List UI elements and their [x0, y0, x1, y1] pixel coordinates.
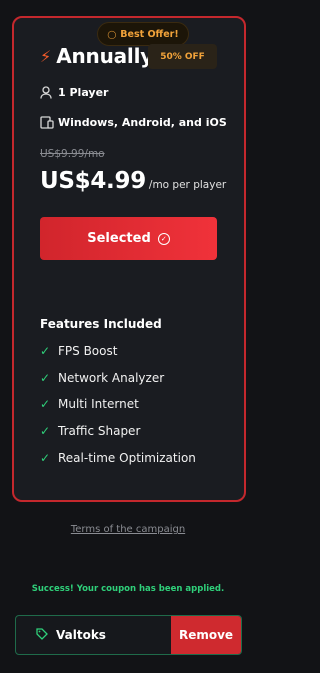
feature-label: Network Analyzer — [58, 371, 165, 385]
original-price: US$9.99/mo — [40, 148, 105, 160]
feature-label: Real-time Optimization — [58, 451, 196, 465]
check-circle-icon: ✓ — [157, 232, 170, 245]
price-unit: /mo per player — [148, 179, 227, 191]
feature-item: ✓ Traffic Shaper — [40, 424, 140, 438]
discount-badge: 50% OFF — [148, 44, 217, 69]
coupon-field[interactable]: Valtoks Remove — [15, 615, 242, 655]
feature-item: ✓ Multi Internet — [40, 397, 139, 411]
players-label: 1 Player — [58, 86, 109, 99]
check-icon: ✓ — [40, 397, 51, 411]
feature-item: ✓ Real-time Optimization — [40, 451, 196, 465]
coupon-code-text: Valtoks — [56, 628, 106, 642]
feature-label: FPS Boost — [58, 344, 118, 358]
platforms-row: Windows, Android, and iOS — [40, 116, 227, 129]
best-offer-label: Best Offer! — [120, 28, 179, 40]
check-icon: ✓ — [40, 371, 51, 385]
feature-label: Traffic Shaper — [58, 424, 141, 438]
features-title: Features Included — [40, 317, 162, 331]
lightning-icon: ⚡ — [40, 46, 52, 66]
coupon-code-display: Valtoks — [36, 616, 106, 654]
selected-button[interactable]: Selected ✓ — [40, 217, 217, 260]
star-circle-icon: ◯ — [107, 29, 117, 39]
feature-item: ✓ FPS Boost — [40, 344, 117, 358]
best-offer-badge: ◯ Best Offer! — [97, 22, 189, 46]
tag-icon — [36, 627, 48, 643]
user-icon — [40, 86, 58, 99]
selected-button-label: Selected — [87, 231, 151, 246]
check-icon: ✓ — [40, 424, 51, 438]
feature-label: Multi Internet — [58, 397, 139, 411]
check-icon: ✓ — [40, 451, 51, 465]
devices-icon — [40, 116, 58, 129]
platforms-label: Windows, Android, and iOS — [58, 116, 227, 129]
current-price: US$4.99 — [40, 168, 146, 194]
remove-coupon-button[interactable]: Remove — [171, 616, 241, 654]
price-row: US$4.99 /mo per player — [40, 168, 226, 194]
plan-header: ⚡ Annually — [40, 44, 153, 68]
feature-item: ✓ Network Analyzer — [40, 371, 164, 385]
coupon-success-message: Success! Your coupon has been applied. — [31, 584, 225, 594]
plan-title: Annually — [56, 44, 154, 68]
terms-link[interactable]: Terms of the campaign — [0, 524, 256, 535]
check-icon: ✓ — [40, 344, 51, 358]
players-row: 1 Player — [40, 86, 108, 99]
